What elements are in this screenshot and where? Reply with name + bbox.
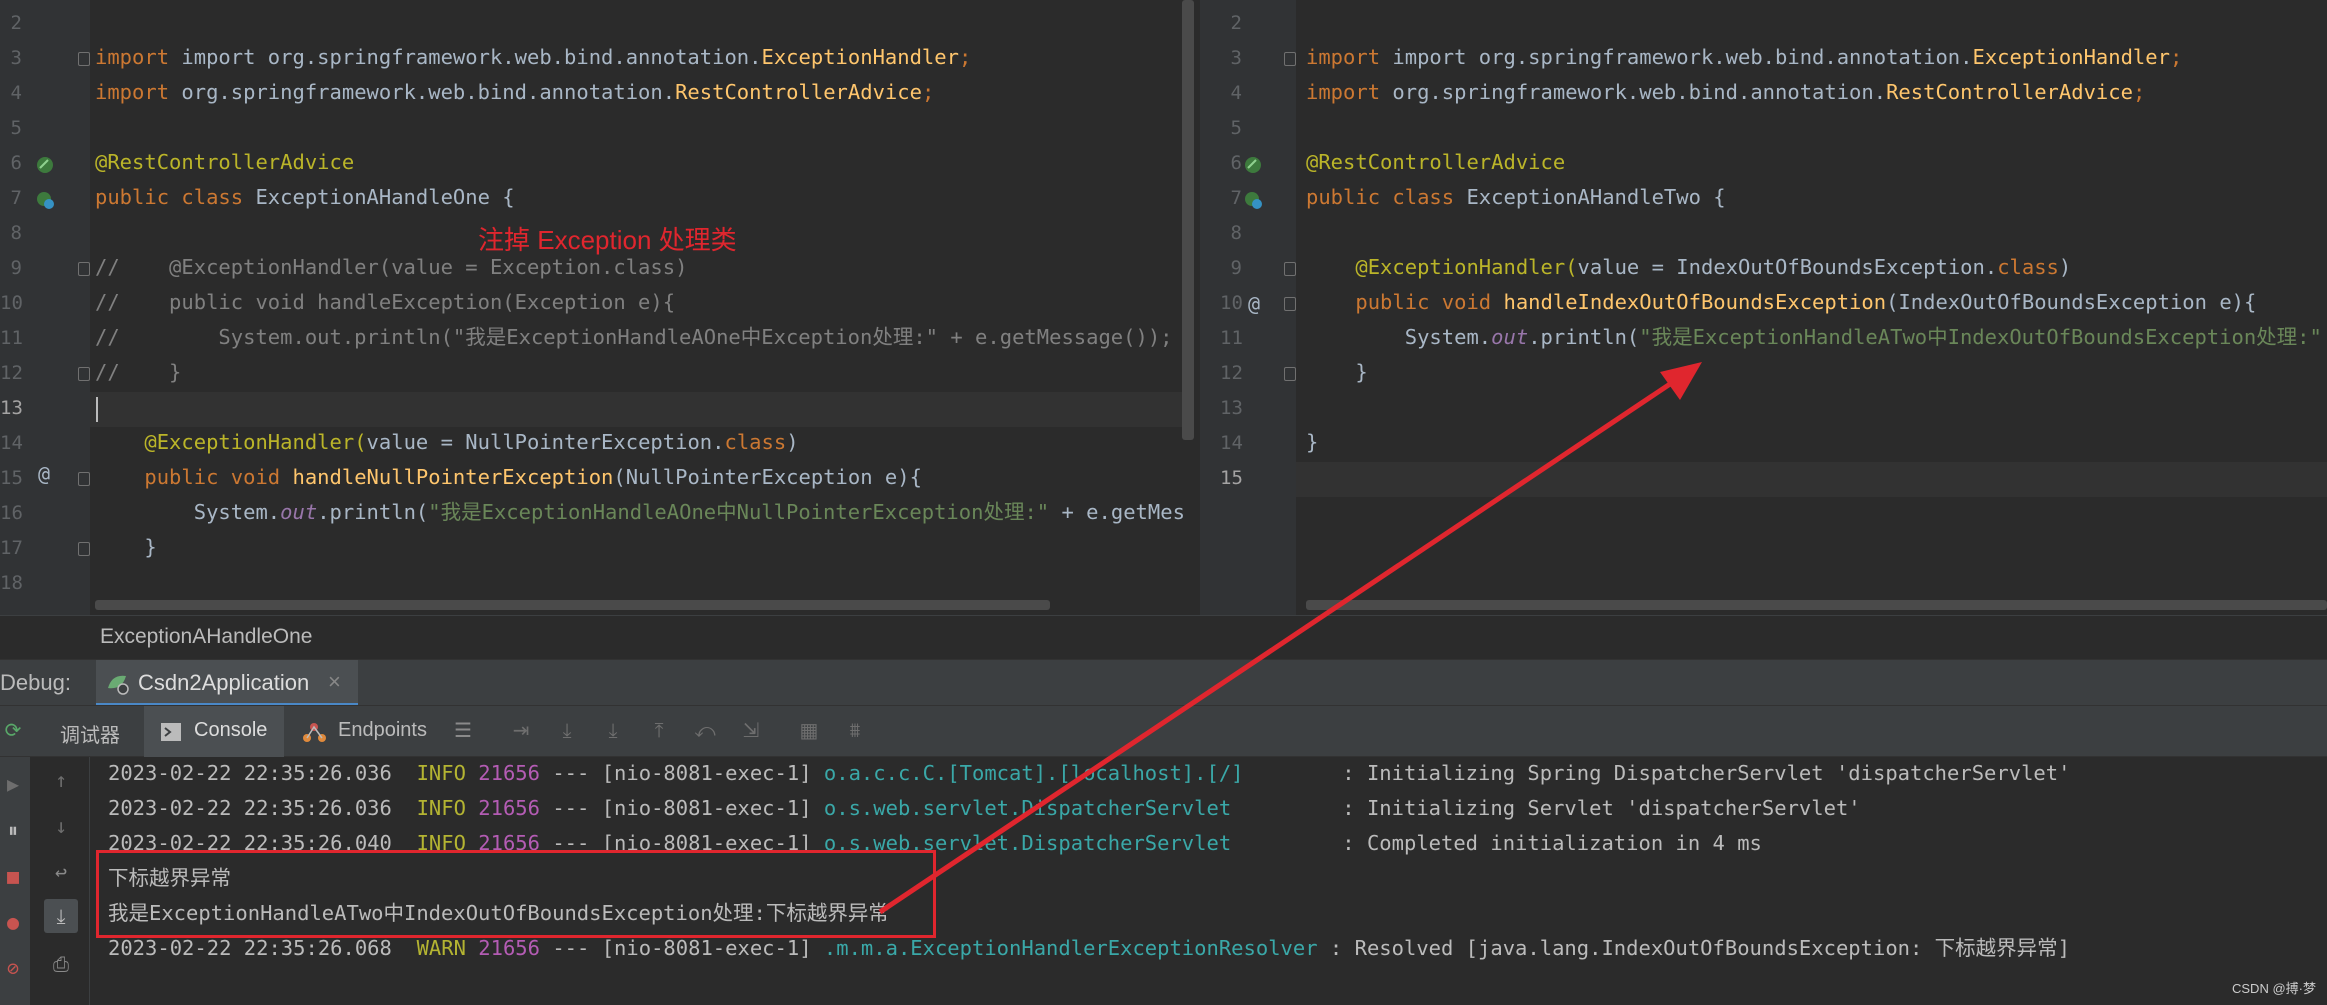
endpoints-icon [303,723,326,742]
close-icon[interactable]: × [328,669,341,695]
left-editor[interactable]: 2 3 4 5 6 7 8 9 10 11 12 13 14 15 16 17 … [0,0,1200,615]
step-over-icon[interactable]: ⤓ [556,720,578,742]
menu-icon[interactable]: ☰ [452,720,474,742]
log-line: 2023-02-22 22:35:26.036 INFO 21656 --- [… [108,796,1861,820]
breadcrumb-item[interactable]: ExceptionAHandleOne [100,625,312,649]
fold-marker[interactable] [78,472,90,486]
right-editor[interactable]: 2 3 4 5 6 7 8 9 10 11 12 13 14 15 @ impo… [1200,0,2327,615]
run-to-cursor-icon[interactable]: ⇲ [740,720,762,742]
tab-console-label: Console [194,719,268,741]
pause-icon[interactable]: ⏸ [2,819,24,841]
stop-icon[interactable]: ■ [2,865,24,887]
show-execution-point-icon[interactable]: ⇥ [510,720,532,742]
bean-icon[interactable] [1242,154,1264,176]
resume-icon[interactable]: ▶ [2,773,24,795]
scroll-up-icon[interactable]: ↑ [50,769,72,791]
bean-run-icon[interactable] [1242,189,1264,211]
highlight-box [96,850,936,938]
run-config-tab[interactable]: Csdn2Application × [96,660,358,706]
scroll-to-end-icon: ⤓ [56,904,66,928]
fold-marker[interactable] [78,367,90,381]
fold-marker[interactable] [78,52,90,66]
log-line: 2023-02-22 22:35:26.036 INFO 21656 --- [… [108,761,2071,785]
console-icon [161,723,181,741]
spring-boot-icon [108,675,129,695]
bean-icon[interactable] [34,154,56,176]
at-icon[interactable]: @ [1248,292,1260,316]
watermark: CSDN @搏·梦 [2232,981,2316,996]
debug-label: Debug: [0,670,71,695]
left-vscrollbar[interactable] [1182,0,1194,440]
step-out-icon[interactable]: ⤒ [648,720,670,742]
print-icon[interactable]: ⎙ [50,953,72,975]
soft-wrap-icon[interactable]: ↩ [50,861,72,883]
drop-frame-icon[interactable]: ⤺ [694,720,716,742]
run-config-label: Csdn2Application [138,670,310,695]
annotation-note: 注掉 Exception 处理类 [478,225,737,255]
scroll-down-icon[interactable]: ↓ [50,815,72,837]
debug-toolbar: ⟳ 调试器 Console Endpoints ☰ ⇥ ⤓ ⤓ ⤒ ⤺ ⇲ ▦ … [0,705,2327,758]
fold-marker[interactable] [1284,262,1296,276]
right-hscrollbar[interactable] [1306,600,2327,610]
console-side-tools: ↑ ↓ ↩ ⤓ ⎙ [30,757,90,1005]
text-caret [96,397,98,422]
fold-marker[interactable] [78,262,90,276]
right-code[interactable]: import import org.springframework.web.bi… [1306,5,2327,495]
tab-debugger[interactable]: 调试器 [60,719,120,748]
fold-marker[interactable] [1284,52,1296,66]
bean-run-icon[interactable] [34,189,56,211]
scroll-to-end-toggle[interactable]: ⤓ [44,899,78,933]
evaluate-icon[interactable]: ▦ [798,720,820,742]
debug-sidebar: ▶ ⏸ ■ ● ⊘ [0,757,30,1005]
fold-marker[interactable] [78,542,90,556]
breadcrumb[interactable]: ExceptionAHandleOne [0,615,2327,659]
view-breakpoints-icon[interactable]: ● [2,911,24,933]
tab-console[interactable]: Console [144,706,284,758]
rerun-icon[interactable]: ⟳ [2,720,24,742]
left-code[interactable]: import import org.springframework.web.bi… [95,5,1200,600]
trace-icon[interactable]: ⩩ [844,720,866,742]
left-hscrollbar[interactable] [95,600,1050,610]
tab-endpoints[interactable]: Endpoints [338,719,427,742]
debug-header: Debug: Csdn2Application × [0,659,2327,706]
at-icon[interactable]: @ [38,462,50,486]
fold-marker[interactable] [1284,367,1296,381]
mute-breakpoints-icon[interactable]: ⊘ [2,957,24,979]
step-into-icon[interactable]: ⤓ [602,720,624,742]
fold-marker[interactable] [1284,297,1296,311]
